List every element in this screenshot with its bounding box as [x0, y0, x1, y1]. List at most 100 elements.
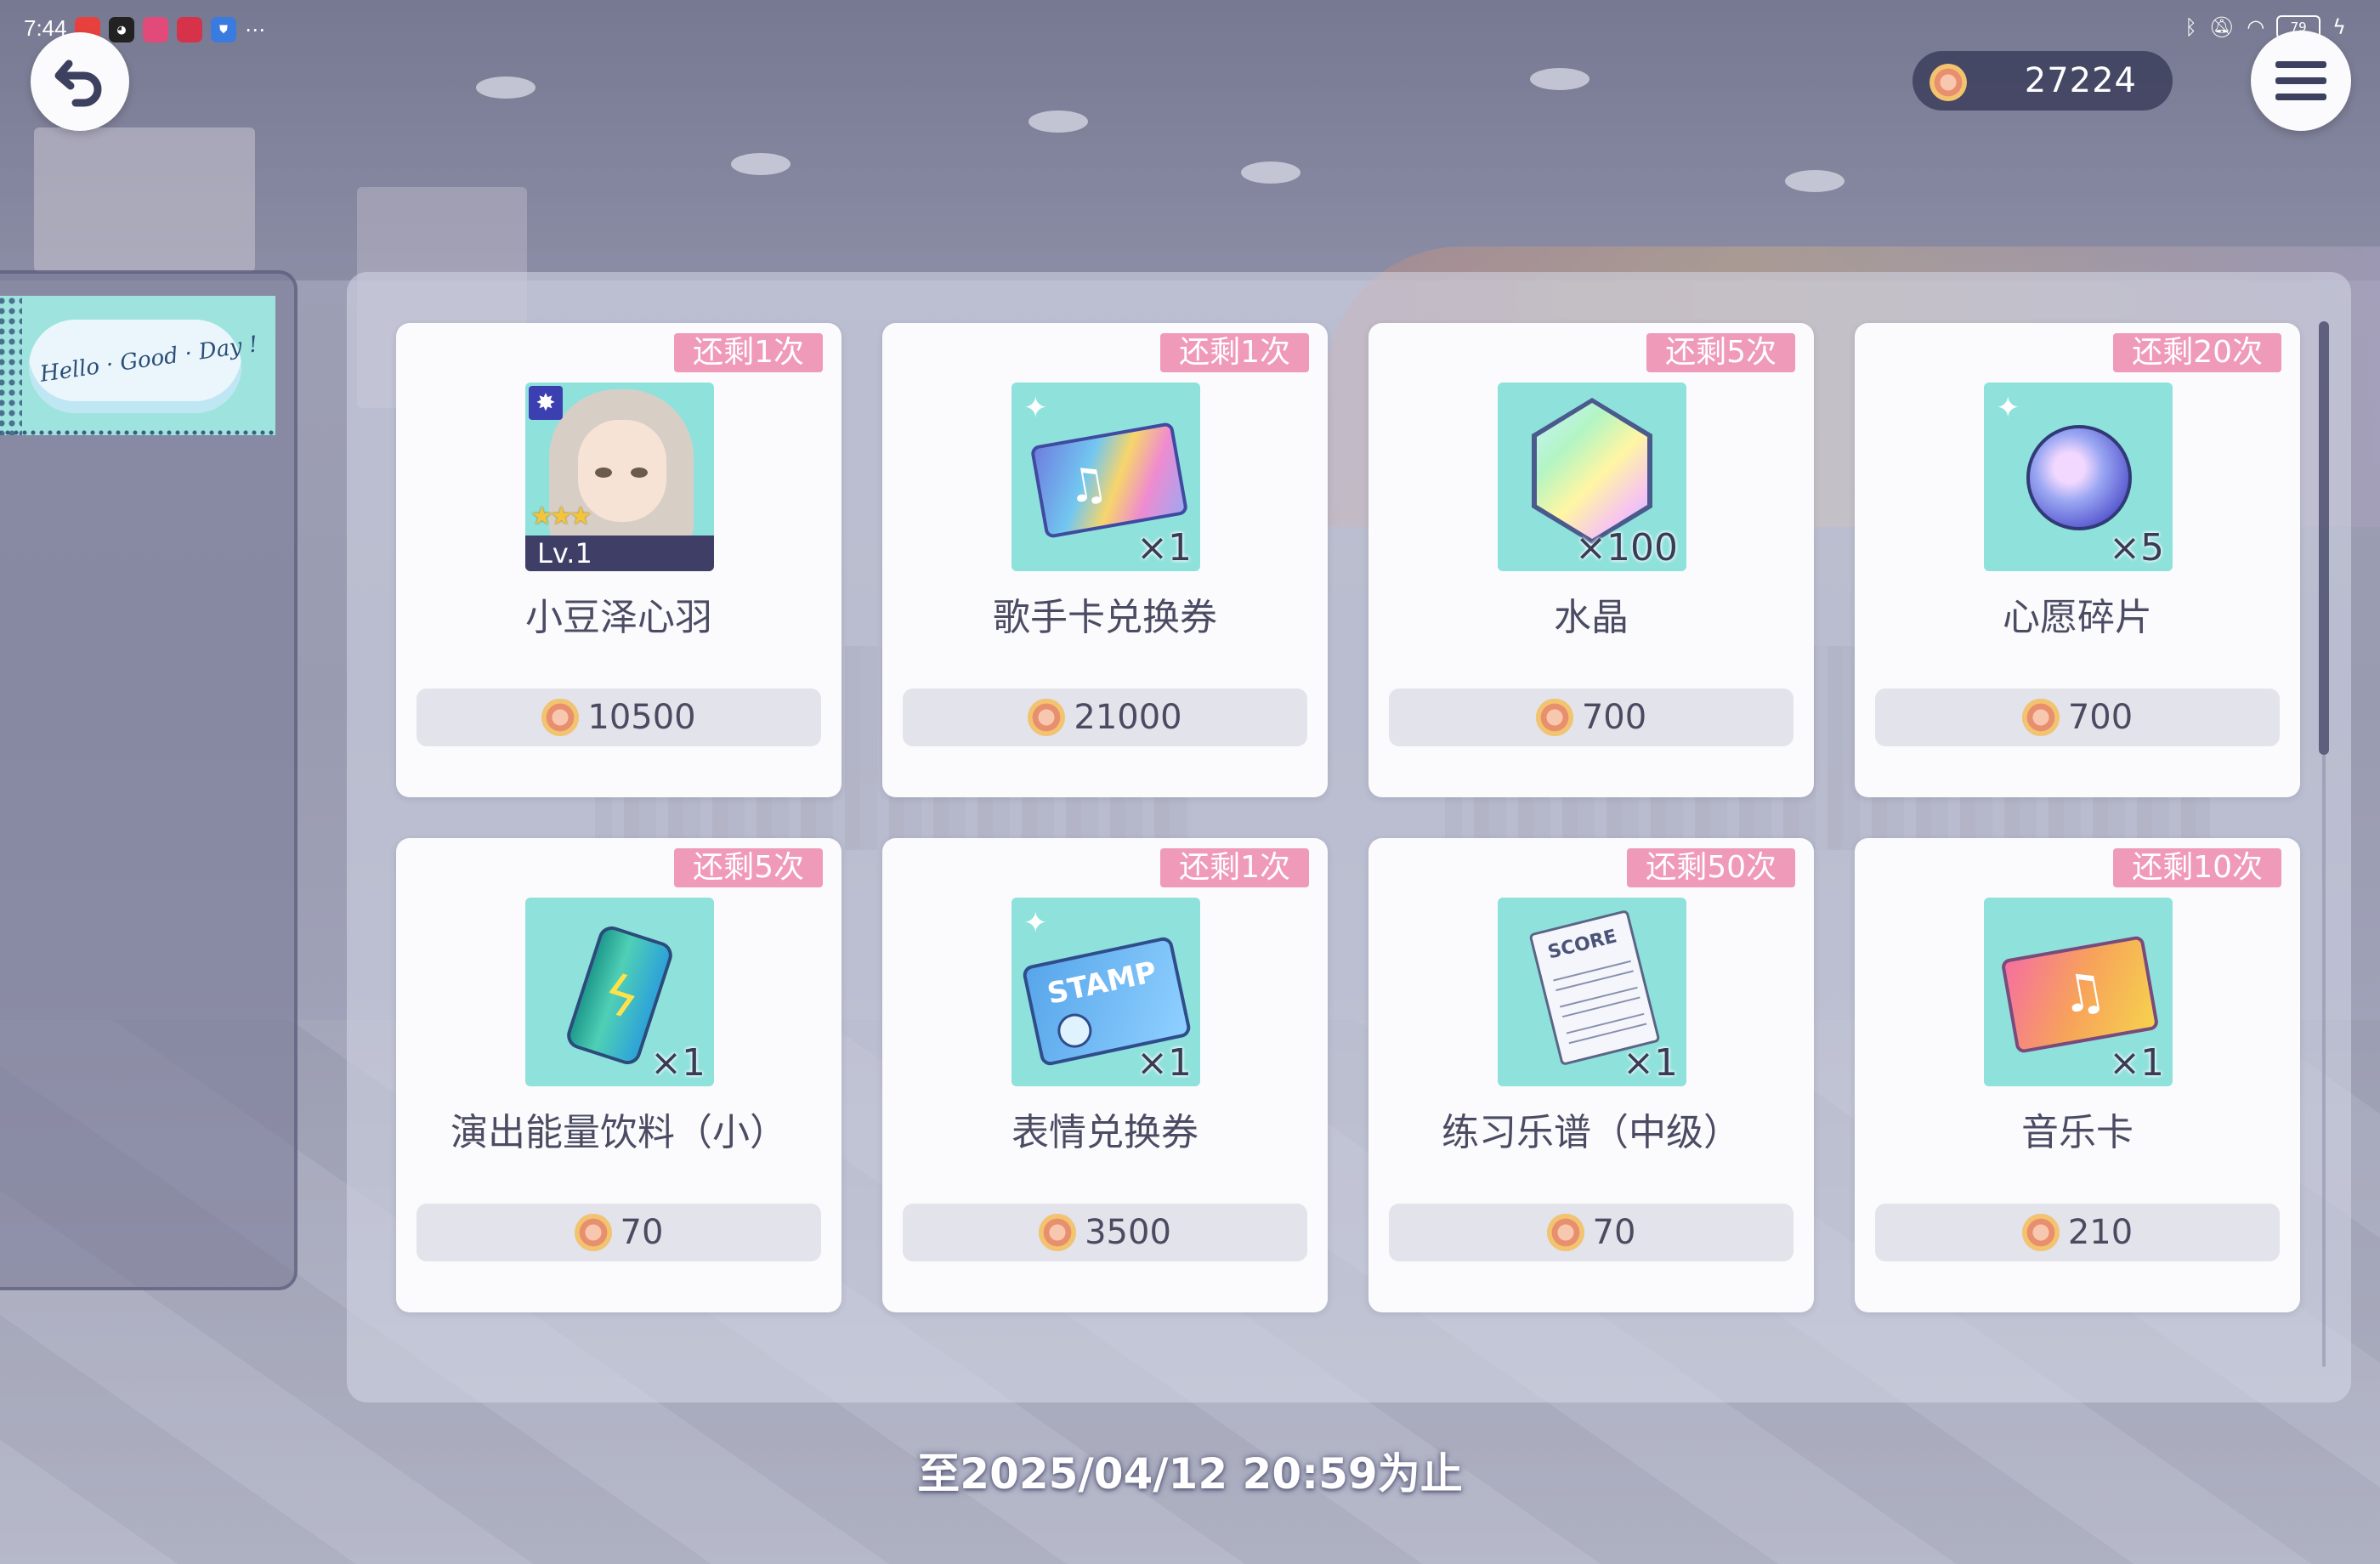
scrollbar-track[interactable]	[2322, 755, 2326, 1367]
bluetooth-icon: ᛒ	[2184, 15, 2197, 39]
coin-icon	[1535, 699, 1573, 736]
item-name: 心愿碎片	[2003, 596, 2152, 639]
item-price: 700	[1581, 698, 1647, 737]
coin-icon	[2021, 699, 2060, 736]
item-name: 演出能量饮料（小）	[450, 1111, 787, 1154]
item-price: 700	[2067, 698, 2134, 737]
shop-item-card[interactable]: 还剩1次 ✦ STAMP ×1 表情兑换券 3500	[882, 838, 1328, 1312]
coin-icon	[1039, 1214, 1077, 1251]
character-eye	[631, 468, 648, 478]
charging-icon: ϟ	[2332, 15, 2346, 39]
practice-score-icon: SCORE ×1	[1498, 898, 1686, 1086]
energy-drink-icon: ϟ ×1	[525, 898, 714, 1086]
currency-amount: 27224	[2024, 61, 2137, 100]
item-name: 音乐卡	[2021, 1111, 2134, 1154]
attribute-icon: ✸	[529, 386, 563, 420]
dotted-divider	[0, 430, 275, 435]
wish-fragment-icon: ✦ ×5	[1984, 382, 2173, 571]
coin-icon	[1028, 699, 1066, 736]
item-price: 10500	[587, 698, 696, 737]
remaining-badge: 还剩1次	[674, 333, 823, 372]
lightning-icon: ϟ	[593, 961, 648, 1034]
coin-icon	[574, 1214, 612, 1251]
buy-button[interactable]: 700	[1875, 688, 2280, 746]
shop-item-card[interactable]: 还剩1次 ✦ ♫ ×1 歌手卡兑换券 21000	[882, 323, 1328, 797]
card-level: Lv.1	[525, 536, 714, 571]
back-button[interactable]	[31, 32, 129, 131]
back-arrow-icon	[54, 60, 102, 107]
item-price: 21000	[1074, 698, 1182, 737]
sidebar-tab-hello-good-day[interactable]: Hello · Good · Day !	[0, 296, 275, 435]
sparkle-icon: ✦	[1023, 906, 1048, 940]
wish-gem	[2026, 425, 2132, 530]
item-name: 练习乐谱（中级）	[1442, 1111, 1741, 1154]
item-quantity: ×1	[1136, 526, 1192, 570]
music-note-icon: ♫	[2055, 960, 2111, 1027]
shop-item-card[interactable]: 还剩50次 SCORE ×1 练习乐谱（中级） 70	[1368, 838, 1814, 1312]
dot-pattern	[0, 296, 22, 435]
staff-lines	[1566, 1012, 1647, 1045]
music-note-icon: ♫	[1062, 454, 1113, 515]
buy-button[interactable]: 70	[416, 1204, 821, 1261]
sparkle-icon: ✦	[1023, 391, 1048, 425]
remaining-badge: 还剩5次	[674, 848, 823, 887]
stamp-ticket-icon: ✦ STAMP ×1	[1012, 898, 1200, 1086]
item-price: 70	[1592, 1213, 1636, 1252]
hamburger-menu-icon	[2275, 61, 2326, 100]
mute-icon: 🔕︎	[2208, 15, 2236, 39]
item-name: 歌手卡兑换券	[993, 596, 1217, 639]
item-name: 小豆泽心羽	[525, 596, 712, 639]
coin-icon	[2021, 1214, 2060, 1251]
shop-item-card[interactable]: 还剩1次 ✸ ★★★ Lv.1 小豆泽心羽 10500	[396, 323, 842, 797]
buy-button[interactable]: 21000	[903, 688, 1307, 746]
remaining-badge: 还剩50次	[1627, 848, 1795, 887]
item-name: 表情兑换券	[1012, 1111, 1198, 1154]
sale-deadline: 至2025/04/12 20:59为止	[917, 1449, 1463, 1499]
item-quantity: ×1	[1136, 1041, 1192, 1085]
coin-icon	[1930, 64, 1967, 101]
sparkle-icon: ✦	[1996, 391, 2020, 425]
item-price: 3500	[1085, 1213, 1171, 1252]
item-name: 水晶	[1554, 596, 1629, 639]
buy-button[interactable]: 700	[1389, 688, 1794, 746]
music-card-icon: ♫ ×1	[1984, 898, 2173, 1086]
shop-item-card[interactable]: 还剩5次 ×100 水晶 700	[1368, 323, 1814, 797]
buy-button[interactable]: 70	[1389, 1204, 1794, 1261]
item-price: 70	[620, 1213, 664, 1252]
remaining-badge: 还剩10次	[2113, 848, 2281, 887]
coin-icon	[541, 699, 580, 736]
remaining-badge: 还剩5次	[1646, 333, 1795, 372]
crystal-icon: ×100	[1498, 382, 1686, 571]
rarity-stars-icon: ★★★	[530, 502, 592, 531]
app-notification-icon	[177, 17, 202, 42]
menu-button[interactable]	[2251, 31, 2351, 131]
character-card-icon: ✸ ★★★ Lv.1	[525, 382, 714, 571]
item-quantity: ×100	[1575, 526, 1678, 570]
currency-display: 27224	[1912, 51, 2173, 110]
ticket-graphic: ♫	[1029, 422, 1189, 539]
score-label: SCORE	[1545, 926, 1619, 964]
qq-icon: ◕	[109, 17, 134, 42]
shield-icon: ⛊	[211, 17, 236, 42]
sidebar: Hello · Good · Day !	[0, 270, 298, 1290]
more-notifications-icon: ⋯	[245, 18, 265, 42]
remaining-badge: 还剩1次	[1160, 848, 1309, 887]
remaining-badge: 还剩20次	[2113, 333, 2281, 372]
item-quantity: ×1	[2109, 1041, 2164, 1085]
buy-button[interactable]: 10500	[416, 688, 821, 746]
app-notification-icon	[143, 17, 168, 42]
shop-item-card[interactable]: 还剩20次 ✦ ×5 心愿碎片 700	[1855, 323, 2300, 797]
shop-item-card[interactable]: 还剩10次 ♫ ×1 音乐卡 210	[1855, 838, 2300, 1312]
scrollbar-thumb[interactable]	[2319, 321, 2329, 755]
buy-button[interactable]: 210	[1875, 1204, 2280, 1261]
coin-icon	[1546, 1214, 1584, 1251]
shop-item-card[interactable]: 还剩5次 ϟ ×1 演出能量饮料（小） 70	[396, 838, 842, 1312]
staff-lines	[1559, 986, 1640, 1018]
stamp-label: STAMP	[1044, 955, 1160, 1012]
wifi-icon: ◠	[2247, 15, 2265, 39]
character-eye	[595, 468, 612, 478]
item-price: 210	[2067, 1213, 2134, 1252]
item-quantity: ×5	[2109, 526, 2164, 570]
buy-button[interactable]: 3500	[903, 1204, 1307, 1261]
music-card-graphic: ♫	[2000, 935, 2160, 1054]
